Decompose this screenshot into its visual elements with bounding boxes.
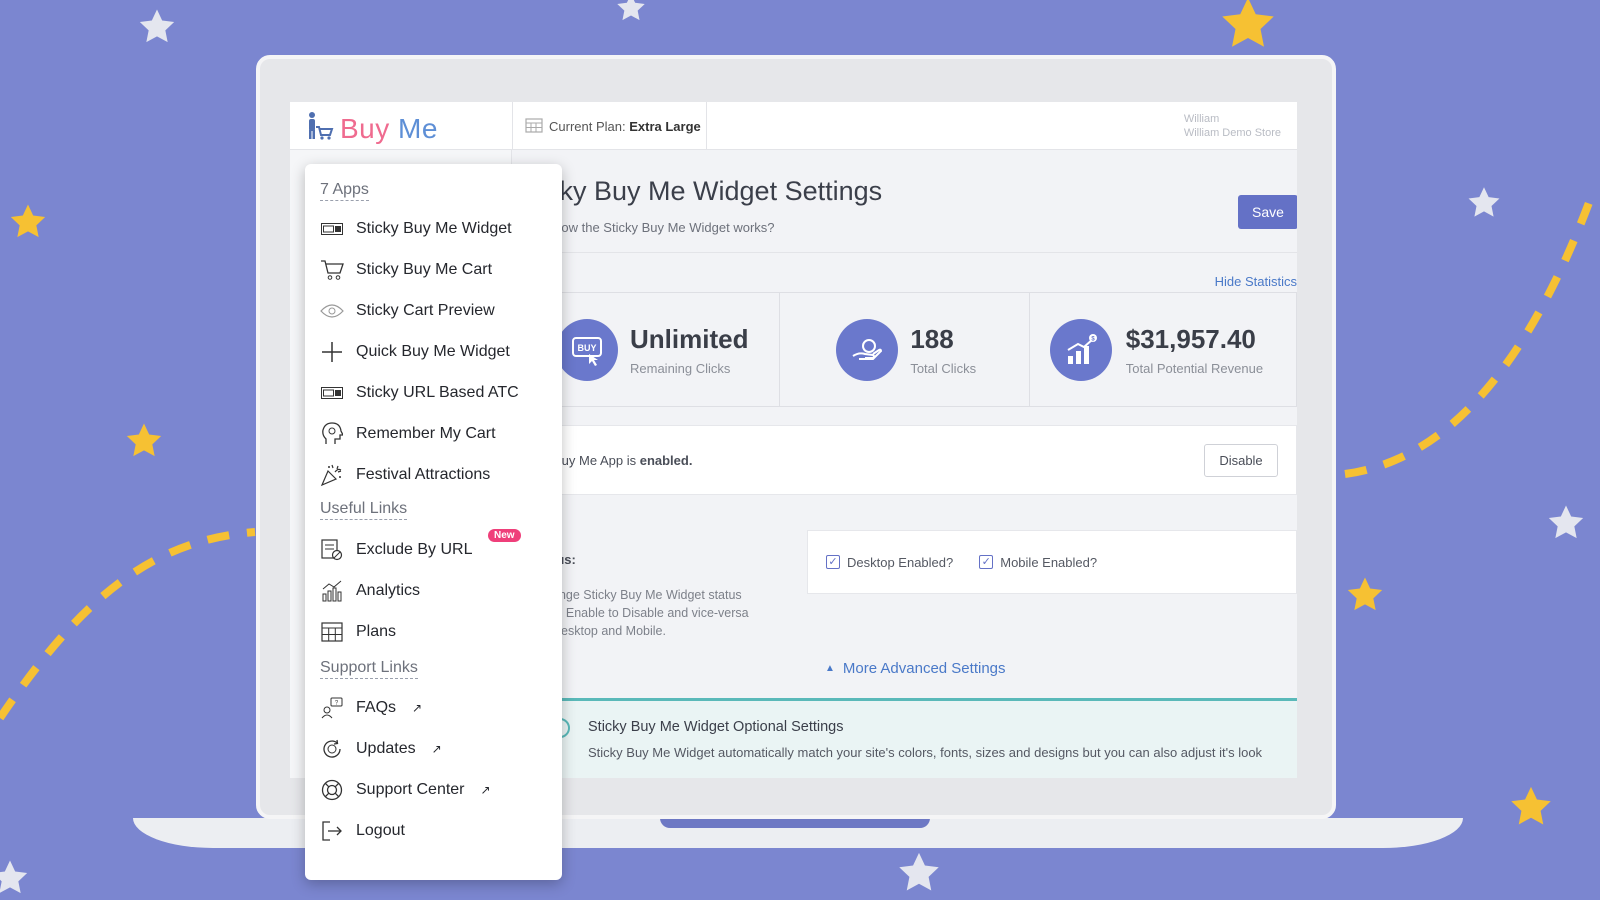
menu-item-plans[interactable]: Plans xyxy=(320,620,396,644)
revenue-chart-icon: $ xyxy=(1049,318,1112,381)
device-toggles: ✓ Desktop Enabled? ✓ Mobile Enabled? xyxy=(807,530,1297,594)
plus-icon xyxy=(320,340,344,364)
logo-text: Buy Me xyxy=(340,112,438,144)
analytics-icon xyxy=(320,579,344,603)
star-icon xyxy=(8,202,48,242)
app-logo[interactable]: Buy Me xyxy=(304,111,438,146)
more-advanced-settings-toggle[interactable]: ▲ More Advanced Settings xyxy=(825,660,1006,677)
external-link-icon: ↗ xyxy=(480,783,491,797)
stat-total-revenue: $ $31,957.40 Total Potential Revenue xyxy=(1030,293,1296,406)
hide-statistics-link[interactable]: Hide Statistics xyxy=(1215,274,1297,289)
menu-item-quick-buy-me-widget[interactable]: Quick Buy Me Widget xyxy=(320,340,510,364)
menu-item-support-center[interactable]: Support Center ↗ xyxy=(320,778,491,802)
mobile-enabled-checkbox[interactable]: ✓ Mobile Enabled? xyxy=(979,555,1097,570)
menu-item-logout[interactable]: Logout xyxy=(320,819,405,843)
menu-item-analytics[interactable]: Analytics xyxy=(320,579,420,603)
cart-icon xyxy=(320,258,344,282)
star-icon xyxy=(615,0,647,24)
stat-label: Total Potential Revenue xyxy=(1125,360,1264,376)
faq-icon: ? xyxy=(320,696,344,720)
status-description: ange Sticky Buy Me Widget status m Enabl… xyxy=(552,588,749,638)
star-icon xyxy=(1345,575,1385,615)
stat-label: Total Clicks xyxy=(910,360,977,376)
stat-value: 188 xyxy=(910,323,954,354)
star-icon xyxy=(124,421,164,461)
calendar-icon xyxy=(525,117,543,136)
checkmark-icon: ✓ xyxy=(826,555,840,569)
shopper-cart-icon xyxy=(304,111,334,146)
app-status-text: Buy Me App is enabled. xyxy=(553,453,693,468)
user-info[interactable]: William William Demo Store xyxy=(1184,112,1281,140)
head-icon xyxy=(320,422,344,446)
star-icon xyxy=(1466,185,1502,221)
menu-item-sticky-url-based-atc[interactable]: Sticky URL Based ATC xyxy=(320,381,519,405)
menu-item-faqs[interactable]: ? FAQs ↗ xyxy=(320,696,422,720)
menu-item-festival-attractions[interactable]: Festival Attractions xyxy=(320,463,490,487)
star-icon xyxy=(1218,0,1278,54)
menu-item-exclude-by-url[interactable]: Exclude By URL New xyxy=(320,529,521,562)
star-icon xyxy=(0,858,30,898)
optional-settings-title: Sticky Buy Me Widget Optional Settings xyxy=(588,719,844,735)
stat-value: $31,957.40 xyxy=(1125,323,1256,354)
stat-total-clicks: 188 Total Clicks xyxy=(780,293,1030,406)
optional-settings-card: i Sticky Buy Me Widget Optional Settings… xyxy=(540,698,1297,778)
star-icon xyxy=(1546,503,1586,543)
stat-label: Remaining Clicks xyxy=(630,360,731,376)
plan-value: Extra Large xyxy=(629,119,701,134)
svg-text:BUY: BUY xyxy=(577,343,596,353)
app-status-card: Buy Me App is enabled. Disable xyxy=(530,425,1297,495)
apps-menu: 7 Apps Sticky Buy Me Widget Sticky Buy M… xyxy=(305,164,562,880)
support-icon xyxy=(320,778,344,802)
page-title: icky Buy Me Widget Settings xyxy=(540,176,883,206)
star-icon xyxy=(137,7,177,47)
menu-item-sticky-cart-preview[interactable]: Sticky Cart Preview xyxy=(320,299,495,323)
star-icon xyxy=(1508,784,1554,830)
exclude-url-icon xyxy=(320,538,344,562)
disable-button[interactable]: Disable xyxy=(1204,444,1278,477)
menu-item-remember-my-cart[interactable]: Remember My Cart xyxy=(320,422,496,446)
stat-value: Unlimited xyxy=(630,323,749,354)
plans-icon xyxy=(320,620,344,644)
stat-remaining-clicks: BUY Unlimited Remaining Clicks xyxy=(531,293,781,406)
optional-settings-desc: Sticky Buy Me Widget automatically match… xyxy=(588,745,1263,760)
menu-item-sticky-buy-me-widget[interactable]: Sticky Buy Me Widget xyxy=(320,217,512,241)
new-badge: New xyxy=(488,529,521,542)
current-plan: Current Plan: Extra Large xyxy=(525,117,701,136)
menu-item-sticky-buy-me-cart[interactable]: Sticky Buy Me Cart xyxy=(320,258,492,282)
laptop-notch xyxy=(660,818,930,828)
desktop-enabled-checkbox[interactable]: ✓ Desktop Enabled? xyxy=(826,555,953,570)
store-name: William Demo Store xyxy=(1183,127,1281,139)
confetti-icon xyxy=(320,463,344,487)
star-icon xyxy=(896,850,942,896)
caret-up-icon: ▲ xyxy=(825,663,835,674)
widget-icon xyxy=(320,217,344,241)
buy-icon: BUY xyxy=(556,318,618,381)
menu-heading-apps: 7 Apps xyxy=(320,181,369,201)
eye-icon xyxy=(320,299,344,323)
updates-icon xyxy=(320,737,344,761)
menu-heading-useful-links: Useful Links xyxy=(320,500,408,520)
save-button[interactable]: Save xyxy=(1238,195,1297,229)
logout-icon xyxy=(320,819,344,843)
how-it-works-link[interactable]: How the Sticky Buy Me Widget works? xyxy=(552,220,775,235)
user-name: William xyxy=(1183,113,1220,125)
top-bar: Buy Me Current Plan: Extra Large William… xyxy=(290,102,1297,150)
menu-item-updates[interactable]: Updates ↗ xyxy=(320,737,442,761)
url-widget-icon xyxy=(320,381,344,405)
statistics-panel: BUY Unlimited Remaining Clicks 188 Total… xyxy=(530,292,1297,407)
menu-heading-support-links: Support Links xyxy=(320,659,418,679)
external-link-icon: ↗ xyxy=(412,701,423,715)
checkmark-icon: ✓ xyxy=(979,555,994,569)
hand-coin-icon xyxy=(836,318,899,381)
external-link-icon: ↗ xyxy=(431,742,442,756)
